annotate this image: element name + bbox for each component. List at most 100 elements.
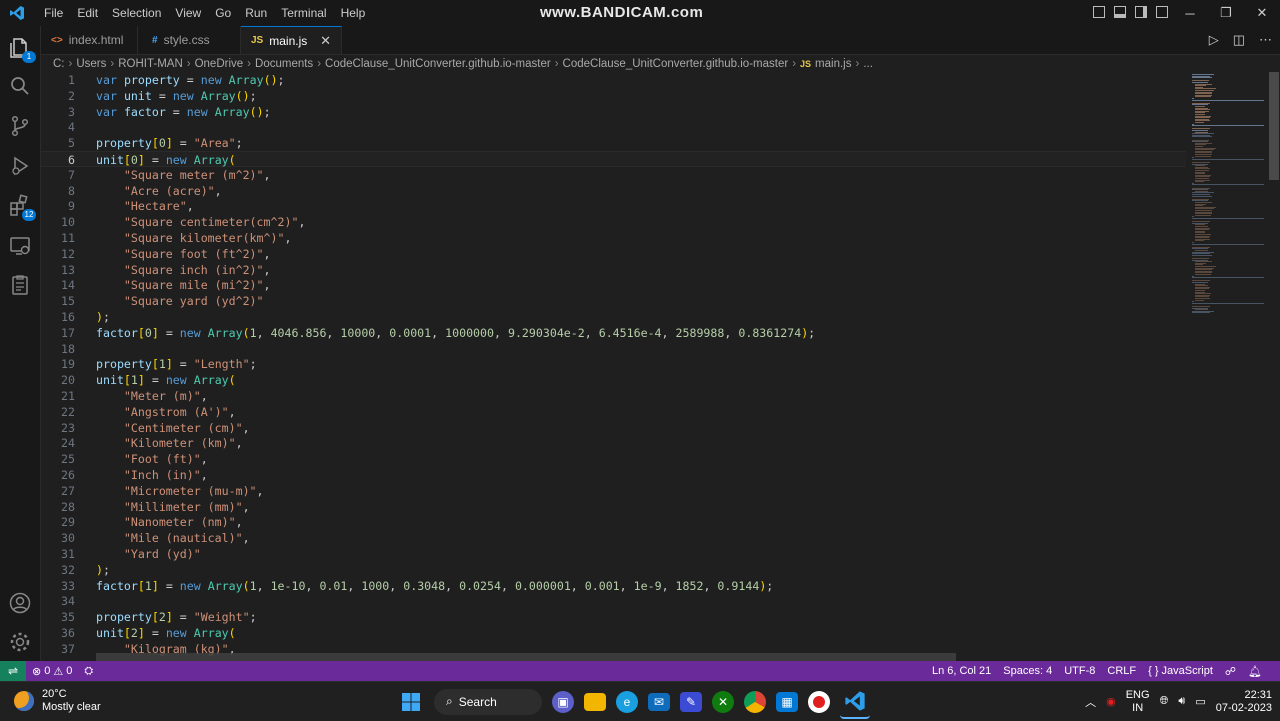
horizontal-scrollbar[interactable]: [96, 653, 956, 661]
problems-indicator[interactable]: ⊗ 0 ⚠ 0: [26, 665, 78, 678]
crumb-symbol[interactable]: ...: [863, 58, 873, 70]
code-line[interactable]: 27 "Micrometer (mu-m)",: [41, 483, 1186, 499]
menu-edit[interactable]: Edit: [70, 6, 105, 20]
network-globe-icon[interactable]: 🌐︎: [1160, 695, 1169, 708]
code-line[interactable]: 21 "Meter (m)",: [41, 388, 1186, 404]
menu-run[interactable]: Run: [238, 6, 274, 20]
more-actions-icon[interactable]: ⋯: [1259, 32, 1272, 48]
code-line[interactable]: 8 "Acre (acre)",: [41, 183, 1186, 199]
input-language[interactable]: ENG IN: [1126, 689, 1150, 715]
chevron-up-icon[interactable]: ︿: [1085, 694, 1096, 710]
live-share-icon[interactable]: ⛭: [78, 665, 99, 678]
code-line[interactable]: 7 "Square meter (m^2)",: [41, 167, 1186, 183]
crumb-documents[interactable]: Documents: [255, 58, 313, 70]
chrome-icon[interactable]: [744, 690, 766, 713]
tab-style-css[interactable]: # style.css: [138, 26, 241, 54]
volume-icon[interactable]: 🔊︎: [1178, 695, 1185, 708]
language-mode[interactable]: { } JavaScript: [1142, 665, 1219, 677]
code-line[interactable]: 36 unit[2] = new Array(: [41, 625, 1186, 641]
code-line[interactable]: 3 var factor = new Array();: [41, 104, 1186, 120]
code-line[interactable]: 29 "Nanometer (nm)",: [41, 514, 1186, 530]
crumb-project[interactable]: CodeClause_UnitConverter.github.io-maste…: [325, 58, 551, 70]
remote-explorer-icon[interactable]: [8, 234, 32, 258]
code-line[interactable]: 10 "Square centimeter(cm^2)",: [41, 214, 1186, 230]
crumb-onedrive[interactable]: OneDrive: [195, 58, 244, 70]
extensions-icon[interactable]: 12: [8, 194, 36, 221]
source-control-icon[interactable]: [8, 114, 32, 138]
cursor-position[interactable]: Ln 6, Col 21: [926, 665, 997, 677]
minimize-icon[interactable]: ─: [1172, 0, 1208, 26]
code-line[interactable]: 19 property[1] = "Length";: [41, 356, 1186, 372]
code-line[interactable]: 26 "Inch (in)",: [41, 467, 1186, 483]
account-icon[interactable]: [8, 591, 32, 615]
menu-go[interactable]: Go: [208, 6, 238, 20]
explorer-icon[interactable]: 1: [8, 36, 36, 63]
crumb-users[interactable]: Users: [76, 58, 106, 70]
toggle-secondary-sidebar-icon[interactable]: [1135, 6, 1147, 18]
scrollbar-thumb[interactable]: [1269, 72, 1279, 180]
recording-indicator-icon[interactable]: ◉: [1106, 695, 1116, 708]
code-line[interactable]: 25 "Foot (ft)",: [41, 451, 1186, 467]
code-line[interactable]: 23 "Centimeter (cm)",: [41, 420, 1186, 436]
vertical-scrollbar[interactable]: [1268, 72, 1280, 661]
maximize-icon[interactable]: ❐: [1208, 0, 1244, 26]
menu-selection[interactable]: Selection: [105, 6, 168, 20]
code-line[interactable]: 13 "Square inch (in^2)",: [41, 262, 1186, 278]
teams-chat-icon[interactable]: ▣: [552, 690, 574, 713]
feedback-icon[interactable]: ☍: [1219, 665, 1242, 678]
indentation[interactable]: Spaces: 4: [997, 665, 1058, 677]
minimap[interactable]: [1188, 72, 1268, 661]
code-line[interactable]: 28 "Millimeter (mm)",: [41, 499, 1186, 515]
crumb-drive[interactable]: C:: [53, 58, 65, 70]
run-file-icon[interactable]: ▷: [1209, 32, 1219, 48]
code-line[interactable]: 9 "Hectare",: [41, 198, 1186, 214]
menu-help[interactable]: Help: [334, 6, 373, 20]
code-line[interactable]: 30 "Mile (nautical)",: [41, 530, 1186, 546]
code-line[interactable]: 1 var property = new Array();: [41, 72, 1186, 88]
bandicam-record-icon[interactable]: [808, 690, 830, 713]
xbox-icon[interactable]: ✕: [712, 690, 734, 713]
code-line[interactable]: 32);: [41, 562, 1186, 578]
menu-file[interactable]: File: [37, 6, 70, 20]
clock[interactable]: 22:31 07-02-2023: [1216, 689, 1272, 715]
code-line[interactable]: 12 "Square foot (ft^2)",: [41, 246, 1186, 262]
close-window-icon[interactable]: ✕: [1244, 0, 1280, 26]
menu-view[interactable]: View: [168, 6, 208, 20]
taskbar-search[interactable]: ⌕ Search: [434, 688, 542, 715]
close-tab-icon[interactable]: ✕: [320, 33, 331, 49]
toggle-sidebar-icon[interactable]: [1093, 6, 1105, 18]
encoding[interactable]: UTF-8: [1058, 665, 1101, 677]
crumb-project-inner[interactable]: CodeClause_UnitConverter.github.io-maste…: [563, 58, 789, 70]
code-line[interactable]: 20 unit[1] = new Array(: [41, 372, 1186, 388]
search-icon[interactable]: [8, 74, 32, 98]
code-line[interactable]: 2 var unit = new Array();: [41, 88, 1186, 104]
end-of-line[interactable]: CRLF: [1101, 665, 1142, 677]
code-line[interactable]: 14 "Square mile (mi^2)",: [41, 277, 1186, 293]
toggle-panel-icon[interactable]: [1114, 6, 1126, 18]
code-line[interactable]: 34: [41, 593, 1186, 609]
microsoft-store-icon[interactable]: ▦: [776, 691, 798, 712]
code-line[interactable]: 4: [41, 119, 1186, 135]
vscode-taskbar-icon[interactable]: [840, 685, 870, 719]
weather-widget[interactable]: 20°C Mostly clear: [14, 688, 101, 714]
mail-icon[interactable]: ✉: [648, 692, 670, 711]
remote-indicator-icon[interactable]: ⇌: [0, 661, 26, 681]
code-line[interactable]: 18: [41, 341, 1186, 357]
customize-layout-icon[interactable]: [1156, 6, 1168, 18]
battery-icon[interactable]: ▭: [1195, 695, 1205, 708]
clipboard-icon[interactable]: [8, 273, 32, 297]
code-line[interactable]: 33 factor[1] = new Array(1, 1e-10, 0.01, …: [41, 578, 1186, 594]
code-line[interactable]: 24 "Kilometer (km)",: [41, 435, 1186, 451]
tab-main-js[interactable]: JS main.js ✕: [241, 26, 342, 54]
code-line[interactable]: 5 property[0] = "Area";: [41, 135, 1186, 151]
tab-index-html[interactable]: <> index.html: [41, 26, 138, 54]
code-editor[interactable]: 1 var property = new Array(); 2 var unit = …: [41, 72, 1186, 661]
code-line[interactable]: 31 "Yard (yd)": [41, 546, 1186, 562]
run-debug-icon[interactable]: [8, 154, 32, 178]
crumb-user[interactable]: ROHIT-MAN: [118, 58, 183, 70]
whiteboard-app-icon[interactable]: ✎: [680, 691, 702, 712]
code-line[interactable]: 11 "Square kilometer(km^)",: [41, 230, 1186, 246]
crumb-file[interactable]: main.js: [815, 58, 851, 70]
edge-browser-icon[interactable]: e: [616, 690, 638, 713]
windows-start-icon[interactable]: [398, 689, 424, 715]
